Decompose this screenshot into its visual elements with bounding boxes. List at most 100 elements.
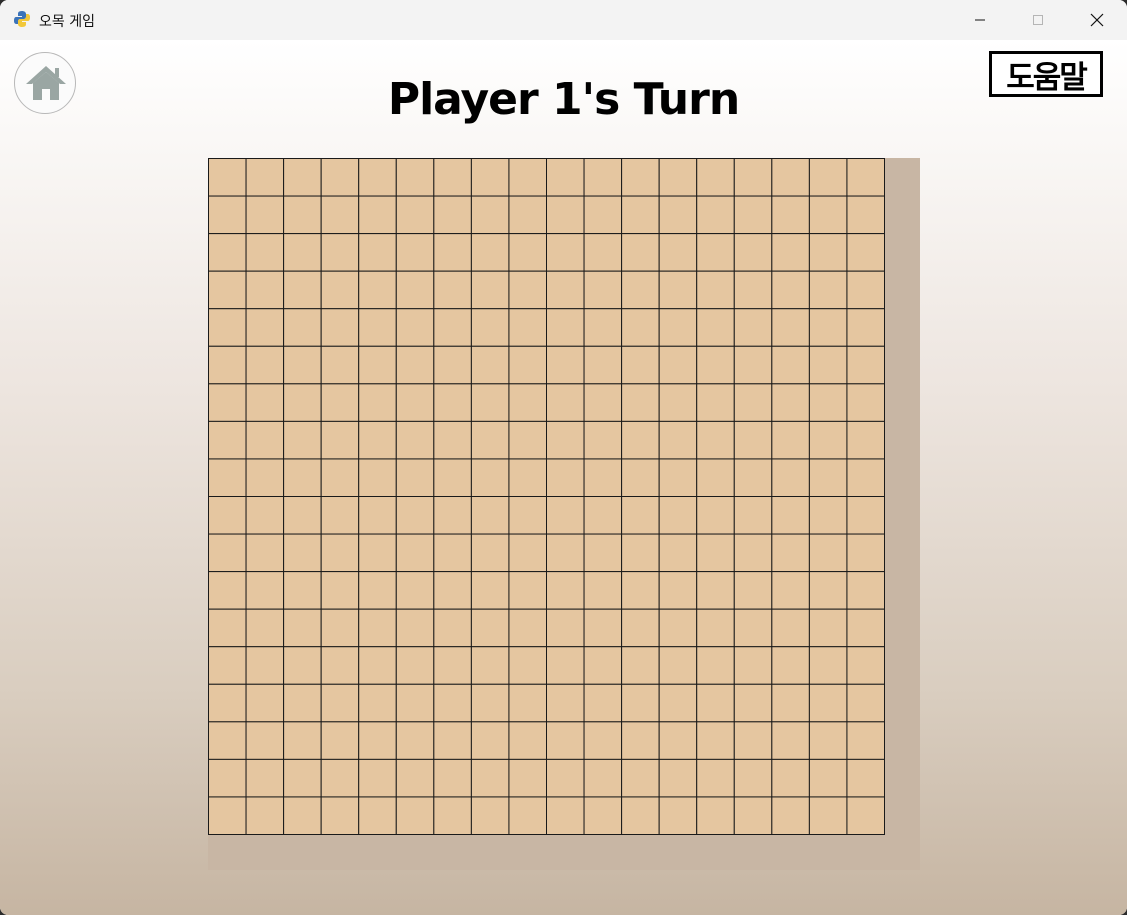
- board-cell[interactable]: [283, 458, 322, 498]
- board-cell[interactable]: [470, 458, 510, 498]
- board-cell[interactable]: [358, 721, 397, 760]
- board-cell[interactable]: [658, 270, 698, 310]
- board-cell[interactable]: [245, 458, 285, 498]
- board-cell[interactable]: [470, 533, 510, 573]
- board-cell[interactable]: [583, 533, 623, 573]
- board-cell[interactable]: [696, 270, 735, 310]
- board-cell[interactable]: [433, 683, 472, 723]
- board-cell[interactable]: [583, 345, 623, 385]
- board-cell[interactable]: [208, 308, 247, 347]
- board-cell[interactable]: [245, 571, 285, 610]
- board-cell[interactable]: [546, 608, 585, 648]
- board-cell[interactable]: [245, 158, 285, 197]
- board-cell[interactable]: [658, 158, 698, 197]
- board-cell[interactable]: [470, 195, 510, 235]
- board-cell[interactable]: [395, 270, 435, 310]
- board-cell[interactable]: [395, 533, 435, 573]
- board-cell[interactable]: [846, 721, 885, 760]
- board-cell[interactable]: [433, 758, 472, 798]
- board-cell[interactable]: [808, 383, 848, 422]
- board-cell[interactable]: [658, 721, 698, 760]
- minimize-button[interactable]: [951, 0, 1009, 40]
- board-cell[interactable]: [583, 758, 623, 798]
- board-cell[interactable]: [621, 345, 660, 385]
- board-cell[interactable]: [433, 458, 472, 498]
- board-cell[interactable]: [658, 420, 698, 460]
- board-cell[interactable]: [395, 796, 435, 835]
- board-cell[interactable]: [696, 758, 735, 798]
- board-cell[interactable]: [208, 796, 247, 835]
- board-cell[interactable]: [358, 383, 397, 422]
- board-cell[interactable]: [546, 195, 585, 235]
- board-cell[interactable]: [433, 721, 472, 760]
- board-cell[interactable]: [546, 571, 585, 610]
- board-cell[interactable]: [621, 233, 660, 272]
- board-cell[interactable]: [470, 608, 510, 648]
- board-cell[interactable]: [320, 233, 360, 272]
- board-cell[interactable]: [846, 608, 885, 648]
- board-cell[interactable]: [283, 420, 322, 460]
- board-cell[interactable]: [771, 458, 810, 498]
- board-cell[interactable]: [733, 345, 773, 385]
- board-cell[interactable]: [395, 345, 435, 385]
- board-cell[interactable]: [470, 233, 510, 272]
- board-cell[interactable]: [433, 646, 472, 685]
- board-cell[interactable]: [245, 233, 285, 272]
- board-cell[interactable]: [846, 646, 885, 685]
- board-cell[interactable]: [808, 308, 848, 347]
- board-cell[interactable]: [771, 270, 810, 310]
- board-cell[interactable]: [320, 646, 360, 685]
- board-cell[interactable]: [283, 646, 322, 685]
- omok-board[interactable]: [208, 158, 885, 835]
- board-cell[interactable]: [808, 571, 848, 610]
- board-cell[interactable]: [433, 270, 472, 310]
- board-cell[interactable]: [583, 608, 623, 648]
- board-cell[interactable]: [771, 646, 810, 685]
- board-cell[interactable]: [320, 345, 360, 385]
- board-cell[interactable]: [283, 270, 322, 310]
- board-cell[interactable]: [208, 496, 247, 535]
- board-cell[interactable]: [696, 420, 735, 460]
- board-cell[interactable]: [320, 158, 360, 197]
- board-cell[interactable]: [208, 270, 247, 310]
- board-cell[interactable]: [283, 308, 322, 347]
- board-cell[interactable]: [283, 496, 322, 535]
- board-cell[interactable]: [208, 683, 247, 723]
- board-cell[interactable]: [358, 270, 397, 310]
- board-cell[interactable]: [696, 458, 735, 498]
- board-cell[interactable]: [733, 233, 773, 272]
- board-cell[interactable]: [508, 758, 548, 798]
- board-cell[interactable]: [508, 608, 548, 648]
- board-cell[interactable]: [696, 796, 735, 835]
- board-cell[interactable]: [245, 608, 285, 648]
- board-cell[interactable]: [808, 758, 848, 798]
- board-cell[interactable]: [245, 683, 285, 723]
- board-cell[interactable]: [696, 683, 735, 723]
- board-cell[interactable]: [808, 270, 848, 310]
- board-cell[interactable]: [470, 496, 510, 535]
- board-cell[interactable]: [808, 721, 848, 760]
- board-cell[interactable]: [508, 533, 548, 573]
- board-cell[interactable]: [283, 345, 322, 385]
- board-cell[interactable]: [658, 533, 698, 573]
- board-cell[interactable]: [658, 683, 698, 723]
- board-cell[interactable]: [546, 796, 585, 835]
- board-cell[interactable]: [395, 758, 435, 798]
- board-cell[interactable]: [546, 533, 585, 573]
- board-cell[interactable]: [358, 496, 397, 535]
- board-cell[interactable]: [395, 195, 435, 235]
- board-cell[interactable]: [208, 721, 247, 760]
- board-cell[interactable]: [621, 571, 660, 610]
- board-cell[interactable]: [846, 496, 885, 535]
- board-cell[interactable]: [508, 496, 548, 535]
- board-cell[interactable]: [546, 158, 585, 197]
- board-cell[interactable]: [358, 646, 397, 685]
- board-cell[interactable]: [395, 683, 435, 723]
- board-cell[interactable]: [433, 233, 472, 272]
- board-cell[interactable]: [846, 158, 885, 197]
- board-cell[interactable]: [358, 233, 397, 272]
- help-button[interactable]: 도움말: [989, 51, 1103, 97]
- board-cell[interactable]: [208, 646, 247, 685]
- board-cell[interactable]: [508, 420, 548, 460]
- board-cell[interactable]: [733, 721, 773, 760]
